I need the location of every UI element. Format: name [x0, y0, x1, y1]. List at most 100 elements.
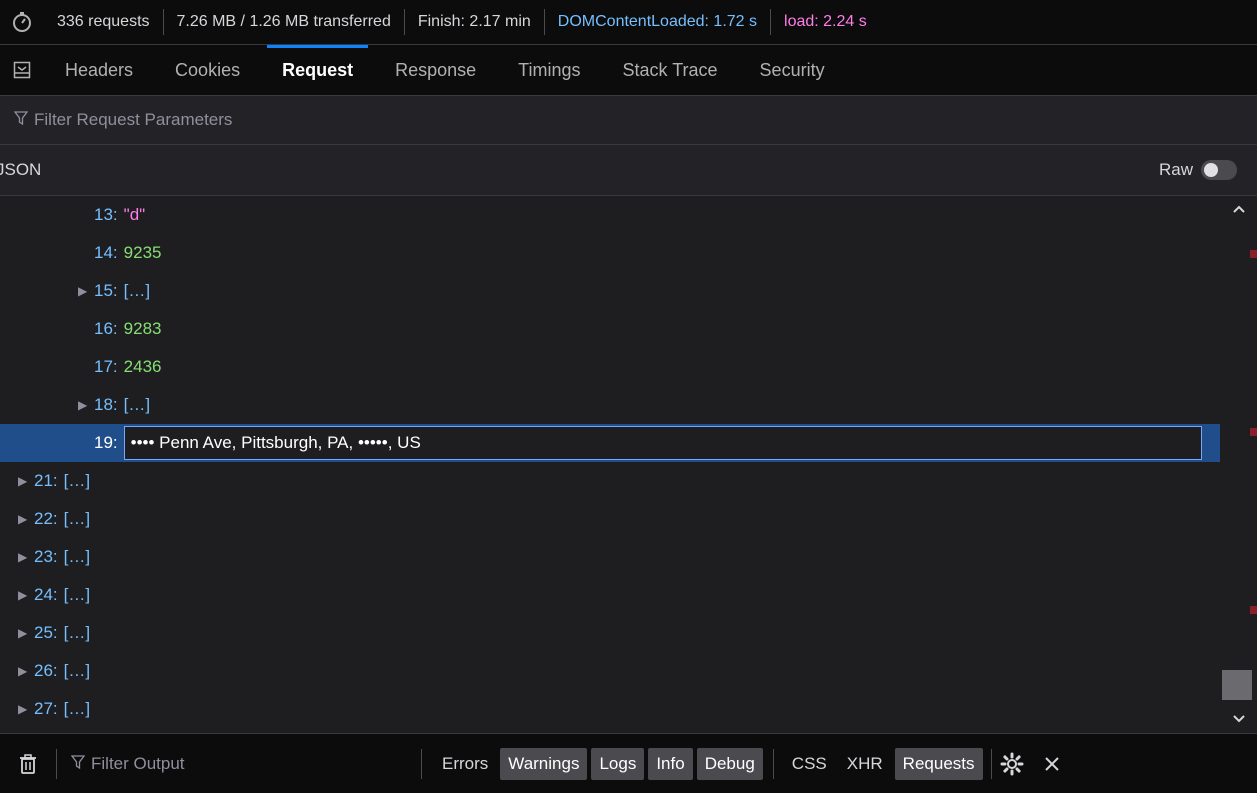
tree-key: 18 — [94, 395, 113, 414]
tree-row[interactable]: 19: •••• Penn Ave, Pittsburgh, PA, •••••,… — [0, 424, 1220, 462]
filter-logs-button[interactable]: Logs — [591, 747, 645, 780]
console-filter-bar: Filter Output Errors Warnings Logs Info Debu… — [0, 733, 1257, 793]
tree-row[interactable]: ▶ 25: […] — [0, 614, 1220, 652]
scroll-marker — [1250, 250, 1257, 258]
raw-toggle-wrap[interactable]: Raw — [1159, 160, 1237, 180]
tree-colon: : — [52, 547, 58, 566]
tab-security[interactable]: Security — [739, 45, 846, 95]
dom-content-loaded-time: DOMContentLoaded: 1.72 s — [543, 9, 770, 35]
tree-colon: : — [112, 281, 118, 300]
tree-value: […] — [123, 281, 151, 300]
tree-colon: : — [52, 699, 58, 718]
tree-colon: : — [112, 395, 118, 414]
chevron-up-icon[interactable] — [1220, 196, 1257, 222]
request-type-filters: CSS XHR Requests — [782, 747, 985, 780]
divider — [772, 748, 774, 779]
tree-key: 27 — [34, 699, 53, 718]
request-param-filter[interactable]: Filter Request Parameters — [0, 96, 1257, 145]
filter-info-button[interactable]: Info — [648, 747, 693, 780]
tab-stack-trace[interactable]: Stack Trace — [602, 45, 739, 95]
tab-response[interactable]: Response — [374, 45, 497, 95]
filter-css-button[interactable]: CSS — [784, 748, 835, 780]
twisty-icon[interactable]: ▶ — [78, 398, 94, 412]
tree-value[interactable]: •••• Penn Ave, Pittsburgh, PA, •••••, US — [123, 426, 1202, 460]
json-label: JSON — [0, 160, 42, 179]
scroll-thumb[interactable] — [1222, 670, 1252, 700]
twisty-icon[interactable]: ▶ — [78, 284, 94, 298]
tree-row[interactable]: ▶ 15: […] — [0, 272, 1220, 310]
tree-value: […] — [63, 699, 91, 718]
tree-key: 25 — [34, 623, 53, 642]
tab-headers[interactable]: Headers — [44, 45, 154, 95]
tree-value: […] — [63, 585, 91, 604]
scroll-marker — [1250, 428, 1257, 436]
tree-colon: : — [52, 509, 58, 528]
finish-time: Finish: 2.17 min — [403, 9, 544, 35]
tab-request[interactable]: Request — [261, 45, 374, 95]
tree-colon: : — [112, 243, 118, 262]
tree-value: […] — [63, 471, 91, 490]
filter-debug-button[interactable]: Debug — [696, 747, 763, 780]
tab-timings[interactable]: Timings — [497, 45, 601, 95]
raw-toggle[interactable] — [1201, 160, 1237, 180]
request-param-filter-placeholder: Filter Request Parameters — [34, 110, 233, 129]
tree-value: […] — [63, 509, 91, 528]
scroll-marker — [1250, 606, 1257, 614]
twisty-icon[interactable]: ▶ — [18, 512, 34, 526]
close-icon[interactable] — [1032, 755, 1072, 773]
chevron-down-icon[interactable] — [1220, 706, 1257, 732]
twisty-icon[interactable]: ▶ — [18, 664, 34, 678]
tree-scrollbar[interactable] — [1220, 196, 1257, 732]
tree-row[interactable]: ▶ 23: […] — [0, 538, 1220, 576]
tree-row[interactable]: 17:2436 — [0, 348, 1220, 386]
tree-row[interactable]: 13: "d" — [0, 196, 1220, 234]
load-time: load: 2.24 s — [770, 9, 880, 35]
tree-colon: : — [112, 319, 118, 338]
tree-colon: : — [112, 205, 118, 224]
tree-key: 23 — [34, 547, 53, 566]
twisty-icon[interactable]: ▶ — [18, 550, 34, 564]
tree-row[interactable]: ▶ 26: […] — [0, 652, 1220, 690]
network-status-bar: 336 requests 7.26 MB / 1.26 MB transferr… — [0, 0, 1257, 45]
filter-errors-button[interactable]: Errors — [434, 748, 496, 780]
tree-key: 17 — [94, 357, 113, 376]
tree-key: 26 — [34, 661, 53, 680]
tree-colon: : — [52, 585, 58, 604]
tree-row[interactable]: ▶ 24: […] — [0, 576, 1220, 614]
twisty-icon[interactable]: ▶ — [18, 626, 34, 640]
tree-row[interactable]: ▶ 18: […] — [0, 386, 1220, 424]
tree-key: 15 — [94, 281, 113, 300]
filter-requests-button[interactable]: Requests — [894, 747, 983, 780]
details-tabs: Headers Cookies Request Response Timings… — [0, 45, 1257, 96]
gear-icon[interactable] — [992, 752, 1032, 776]
stopwatch-icon[interactable] — [0, 0, 44, 44]
tree-row[interactable]: ▶ 21: […] — [0, 462, 1220, 500]
tree-value: […] — [63, 623, 91, 642]
tab-cookies[interactable]: Cookies — [154, 45, 261, 95]
tree-key: 14 — [94, 243, 113, 262]
tree-colon: : — [52, 623, 58, 642]
tree-value: […] — [63, 547, 91, 566]
tree-value: 9235 — [123, 243, 162, 262]
tree-key: 13 — [94, 205, 113, 224]
raw-label: Raw — [1158, 160, 1193, 179]
tree-row[interactable]: 16:9283 — [0, 310, 1220, 348]
filter-xhr-button[interactable]: XHR — [839, 748, 891, 780]
trash-icon[interactable] — [0, 753, 56, 774]
tree-key: 22 — [34, 509, 53, 528]
twisty-icon[interactable]: ▶ — [18, 474, 34, 488]
twisty-icon[interactable]: ▶ — [18, 702, 34, 716]
filter-output-input[interactable]: Filter Output — [57, 754, 421, 774]
tree-row[interactable]: 14:9235 — [0, 234, 1220, 272]
tree-key: 19 — [94, 433, 113, 452]
filter-warnings-button[interactable]: Warnings — [500, 747, 588, 780]
tree-key: 21 — [34, 471, 53, 490]
request-count: 336 requests — [57, 13, 150, 30]
tree-colon: : — [52, 661, 58, 680]
tree-row[interactable]: ▶ 22: […] — [0, 500, 1220, 538]
panel-toggle-icon[interactable] — [0, 61, 44, 79]
tree-colon: : — [112, 357, 118, 376]
tree-colon: : — [112, 433, 118, 452]
twisty-icon[interactable]: ▶ — [18, 588, 34, 602]
tree-row[interactable]: ▶ 27: […] — [0, 690, 1220, 728]
